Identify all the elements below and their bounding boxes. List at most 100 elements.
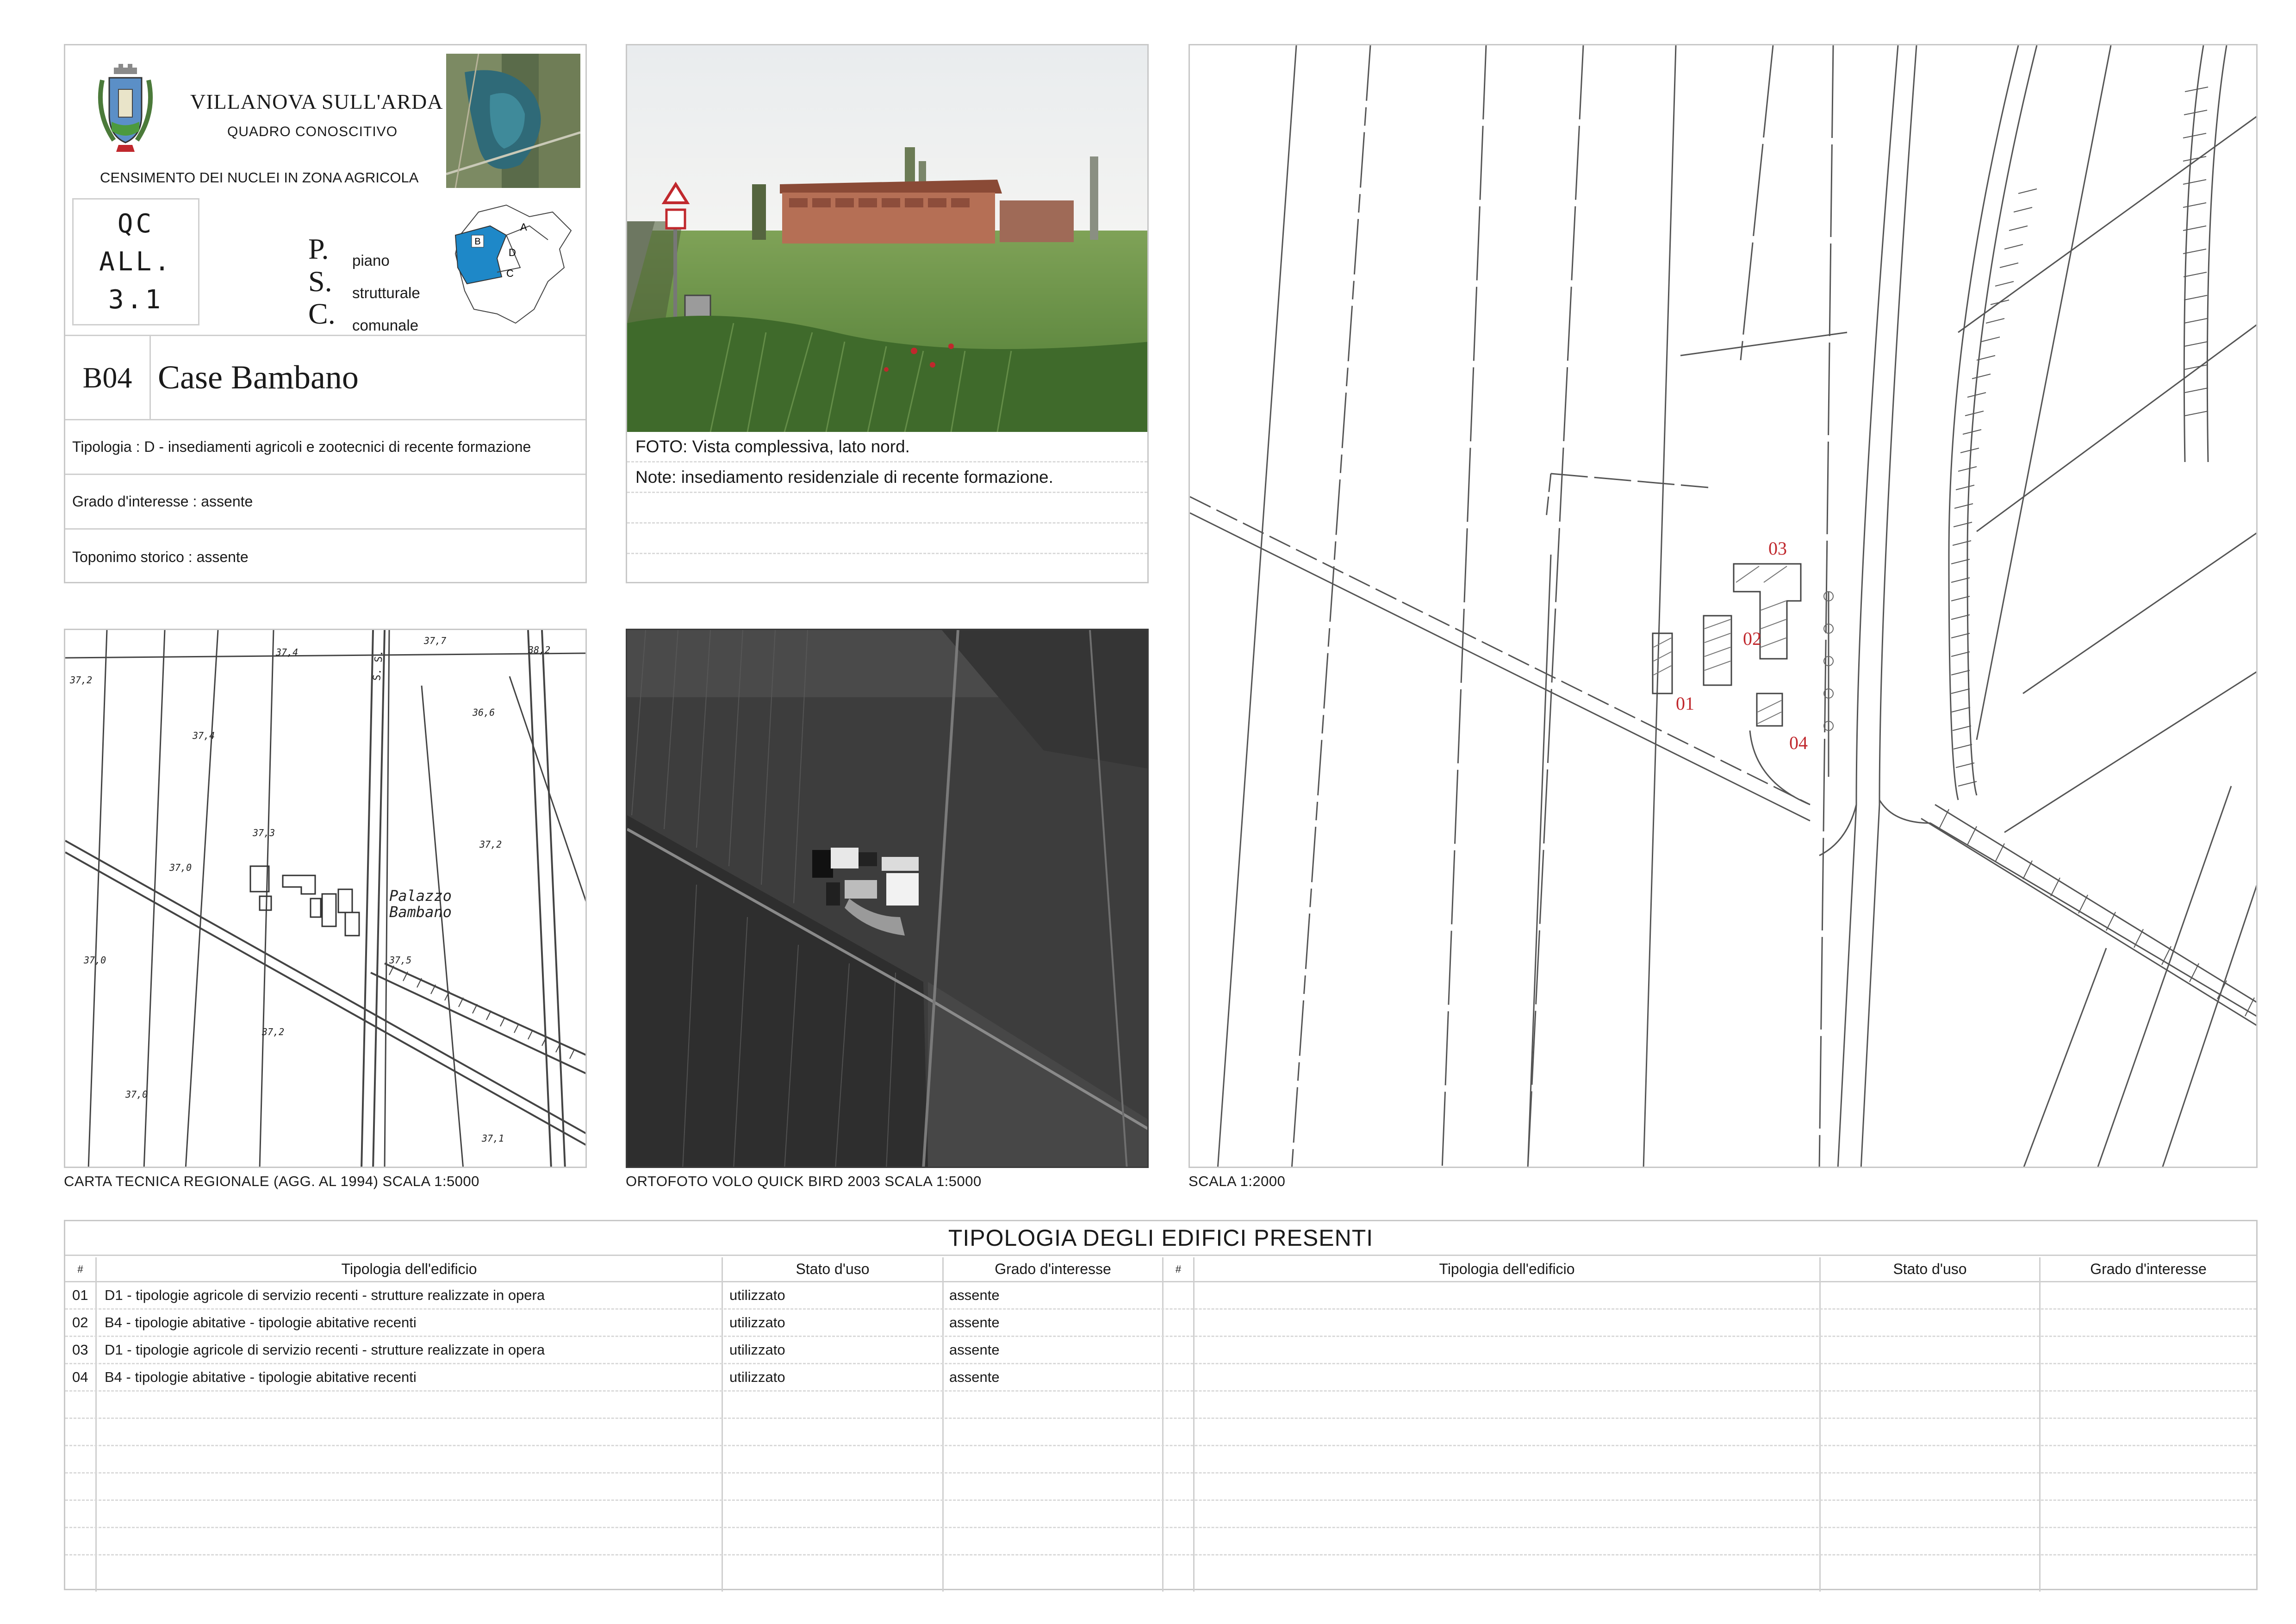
elevation-label: 37,4	[192, 730, 215, 741]
column-header-status: Stato d'uso	[723, 1257, 942, 1282]
zone-locator-map: B A D C	[454, 204, 572, 324]
row-typology: B4 - tipologie abitative - tipologie abi…	[105, 1314, 417, 1330]
note-blank-line	[627, 493, 1147, 524]
elevation-label: 37,2	[261, 1026, 284, 1037]
row-status: utilizzato	[729, 1342, 785, 1358]
site-plan-panel: 01 02 03 04	[1188, 44, 2258, 1168]
qc-line-1: QC	[117, 208, 155, 239]
psc-letter-c: C.	[308, 297, 336, 330]
qc-badge: QC ALL. 3.1	[72, 198, 199, 325]
psc-expansion: piano strutturale comunale	[352, 244, 420, 342]
zone-label-b: B	[474, 237, 480, 247]
grado-row: Grado d'interesse : assente	[65, 475, 585, 530]
building-types-table: TIPOLOGIA DEGLI EDIFICI PRESENTI # Tipol…	[64, 1220, 2258, 1592]
row-status: utilizzato	[729, 1314, 785, 1330]
ctr-map: Palazzo Bambano S. S. 37,2 37,4 37,7 38,…	[65, 630, 585, 1167]
coat-of-arms-logo	[98, 64, 153, 152]
psc-word-piano: piano	[352, 252, 390, 269]
row-grade: assente	[949, 1369, 1000, 1385]
orthophoto-panel	[626, 629, 1149, 1168]
elevation-label: 37,0	[125, 1089, 148, 1100]
psc-acronym: P. S. C.	[308, 233, 336, 330]
note-blank-line	[627, 554, 1147, 585]
census-title: CENSIMENTO DEI NUCLEI IN ZONA AGRICOLA	[100, 169, 419, 186]
ctr-map-panel: Palazzo Bambano S. S. 37,2 37,4 37,7 38,…	[64, 629, 587, 1168]
elevation-label: 37,4	[275, 647, 298, 658]
photo-panel: FOTO: Vista complessiva, lato nord. Note…	[626, 44, 1149, 583]
elevation-label: 38,2	[528, 644, 550, 656]
table-row: 01 D1 - tipologie agricole di servizio r…	[65, 1282, 2256, 1310]
row-typology: D1 - tipologie agricole di servizio rece…	[105, 1287, 545, 1303]
site-photo	[627, 45, 1147, 432]
psc-letter-p: P.	[308, 232, 329, 265]
building-label-03: 03	[1768, 538, 1787, 559]
row-grade: assente	[949, 1342, 1000, 1358]
toponimo-row: Toponimo storico : assente	[72, 548, 249, 565]
plan-map-caption: SCALA 1:2000	[1188, 1173, 1286, 1189]
row-typology: D1 - tipologie agricole di servizio rece…	[105, 1342, 545, 1358]
zone-label-a: A	[520, 221, 527, 233]
elevation-label: 37,0	[83, 955, 106, 966]
document-subtitle: QUADRO CONOSCITIVO	[227, 124, 398, 139]
column-header-num: #	[65, 1257, 95, 1282]
column-header-grade: Grado d'interesse	[2041, 1257, 2256, 1282]
elevation-label: 37,2	[479, 839, 502, 850]
ctr-map-caption: CARTA TECNICA REGIONALE (AGG. AL 1994) S…	[64, 1173, 479, 1189]
note-blank-line	[627, 524, 1147, 554]
row-num: 01	[72, 1287, 88, 1303]
row-num: 02	[72, 1314, 88, 1330]
table-row-empty	[65, 1474, 2256, 1501]
tipologia-row: Tipologia : D - insediamenti agricoli e …	[65, 420, 585, 475]
building-02	[1703, 615, 1732, 686]
column-header-typology: Tipologia dell'edificio	[1195, 1257, 1819, 1282]
municipality-title: VILLANOVA SULL'ARDA	[190, 90, 443, 113]
table-row-empty	[65, 1446, 2256, 1474]
table-row: 04 B4 - tipologie abitative - tipologie …	[65, 1364, 2256, 1392]
bambano-label: Bambano	[389, 903, 452, 921]
table-row-empty	[65, 1528, 2256, 1555]
building-label-04: 04	[1789, 732, 1808, 753]
qc-line-2: ALL.	[99, 246, 173, 277]
aerial-thumbnail	[446, 54, 580, 188]
psc-letter-s: S.	[308, 265, 332, 298]
photo-note: Note: insediamento residenziale di recen…	[627, 462, 1147, 493]
orthophoto	[627, 630, 1147, 1167]
row-status: utilizzato	[729, 1369, 785, 1385]
building-04	[1756, 693, 1783, 727]
row-typology: B4 - tipologie abitative - tipologie abi…	[105, 1369, 417, 1385]
table-row-empty	[65, 1392, 2256, 1419]
elevation-label: 37,5	[389, 955, 411, 966]
elevation-label: 37,3	[252, 827, 275, 838]
header-panel: VILLANOVA SULL'ARDA QUADRO CONOSCITIVO C…	[64, 44, 587, 583]
row-num: 03	[72, 1342, 88, 1358]
table-row-empty	[65, 1419, 2256, 1446]
nucleus-code: B04	[65, 336, 151, 419]
site-plan: 01 02 03 04	[1190, 45, 2256, 1167]
column-header-grade: Grado d'interesse	[944, 1257, 1162, 1282]
psc-word-strutturale: strutturale	[352, 284, 420, 301]
table-row-empty	[65, 1555, 2256, 1583]
row-num: 04	[72, 1369, 88, 1385]
column-header-typology: Tipologia dell'edificio	[97, 1257, 722, 1282]
nucleus-code-row: B04 Case Bambano	[65, 335, 585, 420]
zone-label-c: C	[506, 268, 514, 279]
elevation-label: 37,0	[169, 862, 192, 873]
column-header-status: Stato d'uso	[1821, 1257, 2039, 1282]
column-header-num: #	[1164, 1257, 1193, 1282]
elevation-label: 36,6	[472, 707, 495, 718]
orthophoto-caption: ORTOFOTO VOLO QUICK BIRD 2003 SCALA 1:50…	[626, 1173, 982, 1189]
building-label-01: 01	[1676, 693, 1694, 714]
row-status: utilizzato	[729, 1287, 785, 1303]
elevation-label: 37,2	[69, 675, 92, 686]
table-row: 03 D1 - tipologie agricole di servizio r…	[65, 1337, 2256, 1364]
table-title: TIPOLOGIA DEGLI EDIFICI PRESENTI	[65, 1221, 2256, 1256]
table-row-empty	[65, 1501, 2256, 1528]
palazzo-label: Palazzo	[389, 887, 452, 905]
elevation-label: 37,7	[423, 635, 446, 646]
nucleus-name: Case Bambano	[158, 359, 359, 396]
row-grade: assente	[949, 1314, 1000, 1330]
elevation-label: 37,1	[481, 1133, 504, 1144]
zone-label-d: D	[509, 247, 516, 258]
qc-line-3: 3.1	[108, 284, 164, 315]
row-grade: assente	[949, 1287, 1000, 1303]
